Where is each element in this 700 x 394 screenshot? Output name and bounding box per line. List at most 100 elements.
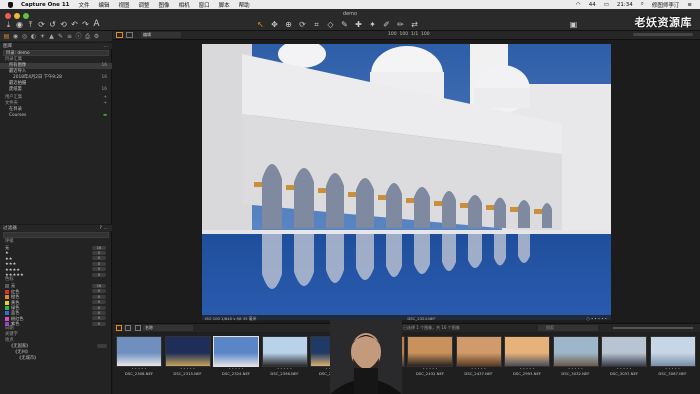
zoom-controls: 100 100 1/1 100 bbox=[388, 32, 430, 37]
presenter-image bbox=[330, 320, 402, 394]
output-tab-icon[interactable]: ⎙ bbox=[84, 33, 91, 40]
thumbnail-size-slider[interactable] bbox=[613, 327, 693, 329]
multi-view-icon[interactable] bbox=[126, 32, 133, 38]
menu-camera[interactable]: 相机 bbox=[179, 1, 190, 9]
filmstrip-thumbnail[interactable]: • • • • • DSC_2324.NEF bbox=[213, 336, 259, 380]
menu-view[interactable]: 视图 bbox=[119, 1, 130, 9]
menu-scripts[interactable]: 脚本 bbox=[219, 1, 230, 9]
thumbnail-filename: DSC_2356.NEF bbox=[270, 371, 299, 376]
keystone-tool-icon[interactable]: ◇ bbox=[326, 20, 335, 29]
thumbnail-image bbox=[261, 336, 308, 367]
filmstrip-thumbnail[interactable]: • • • • • DSC_2432.NEF bbox=[407, 336, 453, 380]
color-swatch bbox=[5, 305, 9, 310]
user-name[interactable]: 修图师李汀 bbox=[652, 1, 680, 9]
lens-tab-icon[interactable]: ◎ bbox=[21, 33, 28, 40]
view-select[interactable]: 编辑 bbox=[141, 32, 181, 38]
viewer: 编辑 100 100 1/1 100 ISO 100 1/640 s f/8 3… bbox=[113, 31, 700, 322]
capture-icon[interactable]: ◉ bbox=[15, 20, 24, 29]
mask-brush-icon[interactable]: ✎ bbox=[340, 20, 349, 29]
search-field[interactable]: 搜索 bbox=[538, 325, 598, 331]
zoom-fit[interactable]: 100 bbox=[388, 32, 397, 37]
color-picker-icon[interactable]: ✦ bbox=[368, 20, 377, 29]
reset-icon[interactable]: ↺ bbox=[48, 20, 57, 29]
zoom-slider[interactable] bbox=[633, 33, 693, 36]
wifi-icon[interactable]: ◠ bbox=[576, 2, 581, 8]
single-view-icon[interactable] bbox=[116, 32, 123, 38]
undo-icon[interactable]: ↶ bbox=[70, 20, 79, 29]
thumbnail-image bbox=[407, 336, 453, 367]
library-header[interactable]: 图库… bbox=[0, 42, 112, 49]
mosque-photo bbox=[202, 44, 611, 320]
adjustments-tab-icon[interactable]: ≡ bbox=[66, 33, 73, 40]
list-view-icon[interactable] bbox=[125, 325, 131, 331]
details-tab-icon[interactable]: ▲ bbox=[48, 33, 55, 40]
thumbnail-image bbox=[504, 336, 550, 367]
filmstrip-thumbnail[interactable]: • • • • • DSC_3087.NEF bbox=[649, 336, 696, 380]
selection-count: 已选择 1 个图像，共 16 个图像 bbox=[403, 325, 460, 330]
batch-tab-icon[interactable]: ⚙ bbox=[93, 33, 100, 40]
app-menu[interactable]: Capture One 11 bbox=[21, 2, 69, 8]
apple-icon[interactable] bbox=[8, 1, 13, 8]
filmstrip-thumbnail[interactable]: • • • • • DSC_2356.NEF bbox=[261, 336, 308, 380]
white-balance-icon[interactable]: ✐ bbox=[382, 20, 391, 29]
local-adjust-tab-icon[interactable]: ✎ bbox=[57, 33, 64, 40]
battery-icon[interactable]: ▭ bbox=[604, 2, 609, 8]
text-tool-icon[interactable]: A bbox=[92, 20, 101, 29]
crop-tool-icon[interactable]: ⌗ bbox=[312, 20, 321, 29]
photo-rating-stars[interactable]: ○ • • • • • bbox=[586, 315, 607, 322]
filmstrip-thumbnail[interactable]: • • • • • DSC_3037.NEF bbox=[601, 336, 647, 380]
menu-bar: Capture One 11 文件 编辑 视图 调整 图像 相机 窗口 脚本 帮… bbox=[0, 0, 700, 9]
zoom-100[interactable]: 100 bbox=[399, 32, 408, 37]
copy-adjustments-icon[interactable]: ⟲ bbox=[59, 20, 68, 29]
zoom-1-1[interactable]: 1/1 bbox=[411, 32, 418, 37]
grid-view-icon[interactable] bbox=[116, 325, 122, 331]
menu-file[interactable]: 文件 bbox=[78, 1, 89, 9]
catalog-select[interactable]: 目录: demo bbox=[3, 50, 109, 56]
rotate-tool-icon[interactable]: ⟳ bbox=[298, 20, 307, 29]
filters-header[interactable]: 过滤器? … bbox=[0, 224, 112, 231]
zoom-custom[interactable]: 100 bbox=[421, 32, 430, 37]
menu-adjust[interactable]: 调整 bbox=[139, 1, 150, 9]
process-icon[interactable]: ⟳ bbox=[37, 20, 46, 29]
battery-level[interactable]: 44 bbox=[589, 2, 596, 8]
folder-courses[interactable]: Courses ▬ bbox=[0, 113, 112, 119]
redo-icon[interactable]: ↷ bbox=[81, 20, 90, 29]
menu-list-icon[interactable]: ≡ bbox=[687, 2, 692, 8]
menu-help[interactable]: 帮助 bbox=[239, 1, 250, 9]
filmstrip-thumbnail[interactable]: • • • • • DSC_2315.NEF bbox=[164, 336, 211, 380]
collection-trash[interactable]: 废纸篓 16 bbox=[0, 87, 112, 93]
thumbnail-filename: DSC_3037.NEF bbox=[609, 371, 639, 376]
location-city[interactable]: 《无城市》 bbox=[0, 356, 112, 362]
main-photo[interactable] bbox=[202, 44, 611, 320]
zoom-tool-icon[interactable]: ⊕ bbox=[284, 20, 293, 29]
photo-info-bar: ISO 100 1/640 s f/8 35 毫米 DSC_2324.NEF ○… bbox=[202, 315, 611, 322]
spot-removal-icon[interactable]: ✚ bbox=[354, 20, 363, 29]
select-tool-icon[interactable]: ↖ bbox=[256, 20, 265, 29]
import-icon[interactable]: ⤓ bbox=[4, 20, 13, 29]
filter-search-input[interactable] bbox=[3, 232, 109, 238]
metadata-tab-icon[interactable]: ⓘ bbox=[75, 33, 82, 40]
filmstrip-thumbnail[interactable]: • • • • • DSC_2993.NEF bbox=[504, 336, 550, 380]
color-tab-icon[interactable]: ◐ bbox=[30, 33, 37, 40]
filmstrip-thumbnail[interactable]: • • • • • DSC_2308.NEF bbox=[116, 336, 162, 380]
color-tag-list: 无 16 红色 0 橙色 0 黄色 0 绿色 0 蓝色 0 粉红色 0 紫色 0 bbox=[0, 283, 112, 327]
menu-edit[interactable]: 编辑 bbox=[99, 1, 110, 9]
filmstrip-thumbnail[interactable]: • • • • • DSC_3032.NEF bbox=[552, 336, 599, 380]
export-icon[interactable]: ⤒ bbox=[26, 20, 35, 29]
filmstrip-thumbnail[interactable]: • • • • • DSC_2437.NEF bbox=[455, 336, 502, 380]
library-tab-icon[interactable]: ▤ bbox=[3, 33, 10, 40]
proof-icon[interactable]: ▣ bbox=[569, 20, 578, 29]
filmstrip-view-icon[interactable] bbox=[135, 325, 141, 331]
pan-tool-icon[interactable]: ✥ bbox=[270, 20, 279, 29]
menu-window[interactable]: 窗口 bbox=[199, 1, 210, 9]
viewer-toolbar: 编辑 100 100 1/1 100 bbox=[113, 31, 700, 40]
copy-apply-icon[interactable]: ⇄ bbox=[410, 20, 419, 29]
sort-select[interactable]: 名称 bbox=[143, 325, 193, 331]
clock[interactable]: 21:34 bbox=[617, 2, 633, 8]
capture-tab-icon[interactable]: ◉ bbox=[12, 33, 19, 40]
search-icon[interactable]: ⌕ bbox=[641, 1, 644, 8]
exposure-tab-icon[interactable]: ☀ bbox=[39, 33, 46, 40]
menu-image[interactable]: 图像 bbox=[159, 1, 170, 9]
annotation-icon[interactable]: ✏ bbox=[396, 20, 405, 29]
window-title: demo bbox=[342, 11, 358, 17]
